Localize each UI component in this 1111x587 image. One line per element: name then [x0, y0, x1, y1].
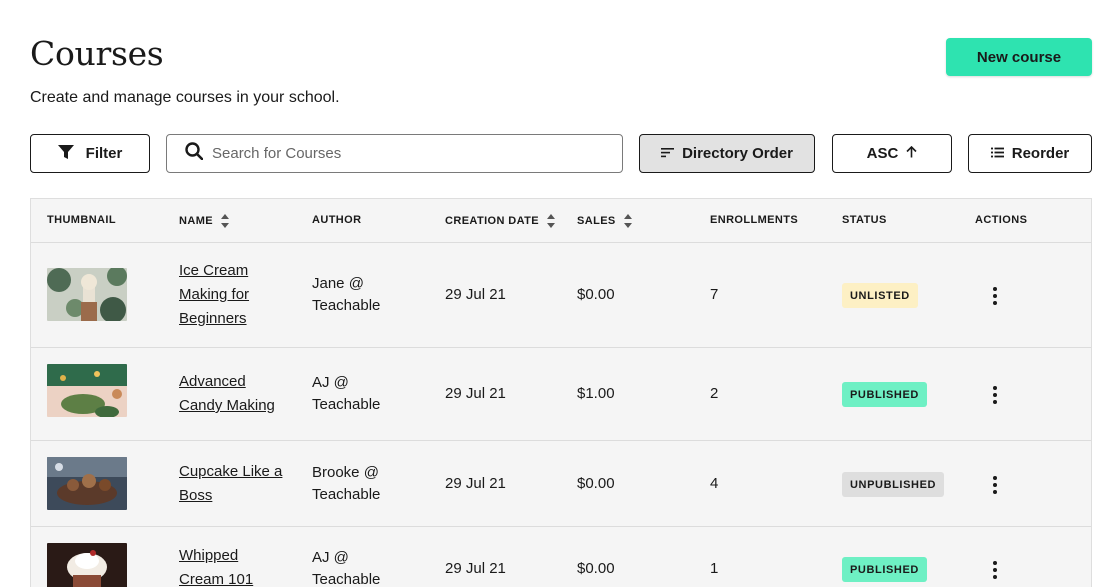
asc-label: ASC: [866, 145, 899, 162]
author: AJ @ Teachable: [312, 374, 381, 413]
reorder-button[interactable]: Reorder: [968, 134, 1092, 173]
course-thumbnail[interactable]: [47, 457, 127, 510]
column-status: STATUS: [842, 214, 887, 226]
more-actions-icon[interactable]: [991, 386, 999, 404]
column-creation-date[interactable]: CREATION DATE: [445, 214, 556, 228]
creation-date: 29 Jul 21: [445, 475, 506, 492]
sales: $1.00: [577, 385, 615, 402]
sales: $0.00: [577, 475, 615, 492]
sort-lines-icon: [661, 145, 675, 162]
sort-icon[interactable]: [221, 214, 229, 228]
reorder-label: Reorder: [1011, 145, 1070, 162]
directory-order-button[interactable]: Directory Order: [639, 134, 815, 173]
sort-icon[interactable]: [547, 214, 556, 228]
column-thumbnail: THUMBNAIL: [47, 214, 116, 226]
table-row: Whipped Cream 101 AJ @ Teachable 29 Jul …: [31, 527, 1091, 587]
directory-order-label: Directory Order: [682, 145, 793, 162]
course-name-link[interactable]: Advanced Candy Making: [179, 370, 289, 418]
more-actions-icon[interactable]: [991, 287, 999, 305]
course-name-link[interactable]: Cupcake Like a Boss: [179, 460, 299, 508]
filter-icon: [57, 144, 74, 164]
table-row: Advanced Candy Making AJ @ Teachable 29 …: [31, 348, 1091, 441]
column-sales[interactable]: SALES: [577, 214, 632, 228]
sort-icon[interactable]: [623, 214, 632, 228]
column-enrollments: ENROLLMENTS: [710, 214, 799, 226]
courses-page: Courses Create and manage courses in you…: [0, 0, 1111, 587]
author: AJ @ Teachable: [312, 549, 381, 587]
table-row: Cupcake Like a Boss Brooke @ Teachable 2…: [31, 441, 1091, 527]
new-course-button[interactable]: New course: [946, 38, 1092, 76]
filter-label: Filter: [85, 145, 123, 162]
arrow-up-icon: [906, 145, 917, 162]
search-icon: [185, 142, 204, 165]
course-thumbnail[interactable]: [47, 364, 127, 417]
course-name-link[interactable]: Whipped Cream 101: [179, 544, 289, 587]
column-name[interactable]: NAME: [179, 214, 229, 228]
page-title: Courses: [30, 34, 164, 73]
more-actions-icon[interactable]: [991, 561, 999, 579]
courses-table: THUMBNAIL NAME AUTHOR CREATION DATE SALE…: [30, 198, 1092, 587]
status-badge: UNLISTED: [842, 283, 918, 308]
creation-date: 29 Jul 21: [445, 286, 506, 303]
asc-button[interactable]: ASC: [832, 134, 952, 173]
enrollments: 7: [710, 286, 719, 303]
creation-date: 29 Jul 21: [445, 385, 506, 402]
status-badge: PUBLISHED: [842, 382, 927, 407]
author: Brooke @ Teachable: [312, 464, 381, 503]
author: Jane @ Teachable: [312, 275, 381, 314]
course-name-link[interactable]: Ice Cream Making for Beginners: [179, 259, 289, 331]
filter-button[interactable]: Filter: [30, 134, 150, 173]
sales: $0.00: [577, 560, 615, 577]
list-icon: [990, 145, 1004, 162]
search-box[interactable]: [166, 134, 623, 173]
status-badge: PUBLISHED: [842, 557, 927, 582]
column-author: AUTHOR: [312, 214, 362, 226]
course-thumbnail[interactable]: [47, 268, 127, 321]
more-actions-icon[interactable]: [991, 476, 999, 494]
enrollments: 1: [710, 560, 719, 577]
enrollments: 4: [710, 475, 719, 492]
course-thumbnail[interactable]: [47, 543, 127, 587]
status-badge: UNPUBLISHED: [842, 472, 945, 497]
table-header: THUMBNAIL NAME AUTHOR CREATION DATE SALE…: [31, 199, 1091, 243]
enrollments: 2: [710, 385, 719, 402]
page-subtitle: Create and manage courses in your school…: [30, 89, 340, 106]
sales: $0.00: [577, 286, 615, 303]
column-actions: ACTIONS: [975, 214, 1028, 226]
table-row: Ice Cream Making for Beginners Jane @ Te…: [31, 243, 1091, 348]
search-input[interactable]: [212, 145, 592, 162]
creation-date: 29 Jul 21: [445, 560, 506, 577]
